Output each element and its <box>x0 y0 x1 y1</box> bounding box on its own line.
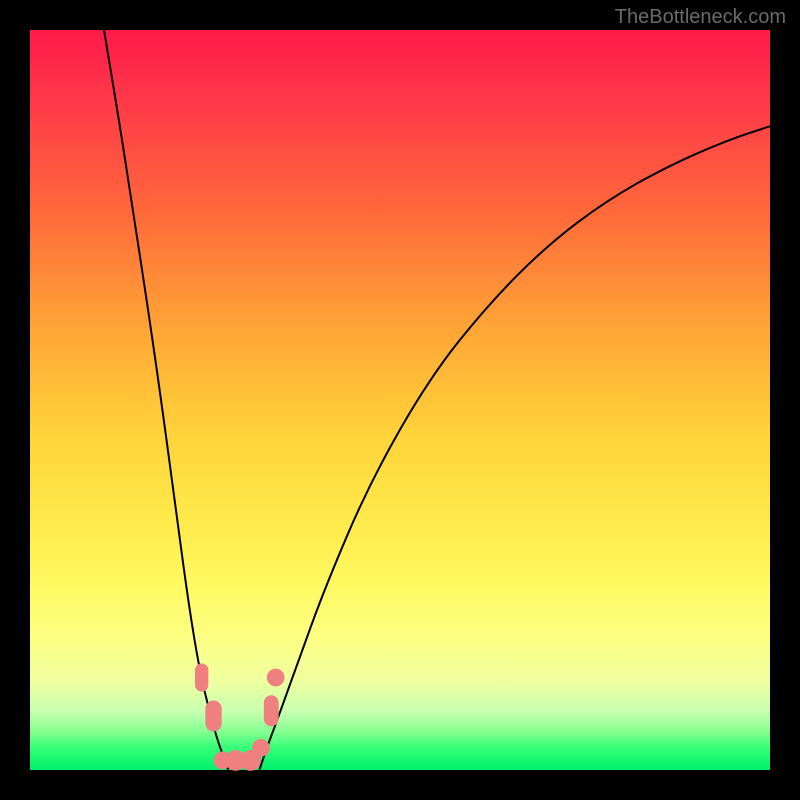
marker-dot <box>267 669 285 687</box>
watermark-text: TheBottleneck.com <box>615 6 786 29</box>
curve-right <box>259 126 770 770</box>
chart-frame: TheBottleneck.com <box>0 0 800 800</box>
curve-markers <box>195 663 285 770</box>
marker-pill <box>205 700 221 731</box>
marker-pill <box>195 663 208 691</box>
curve-left <box>104 30 228 770</box>
marker-pill <box>264 695 279 726</box>
marker-dot <box>252 739 270 757</box>
curves-svg <box>30 30 770 770</box>
